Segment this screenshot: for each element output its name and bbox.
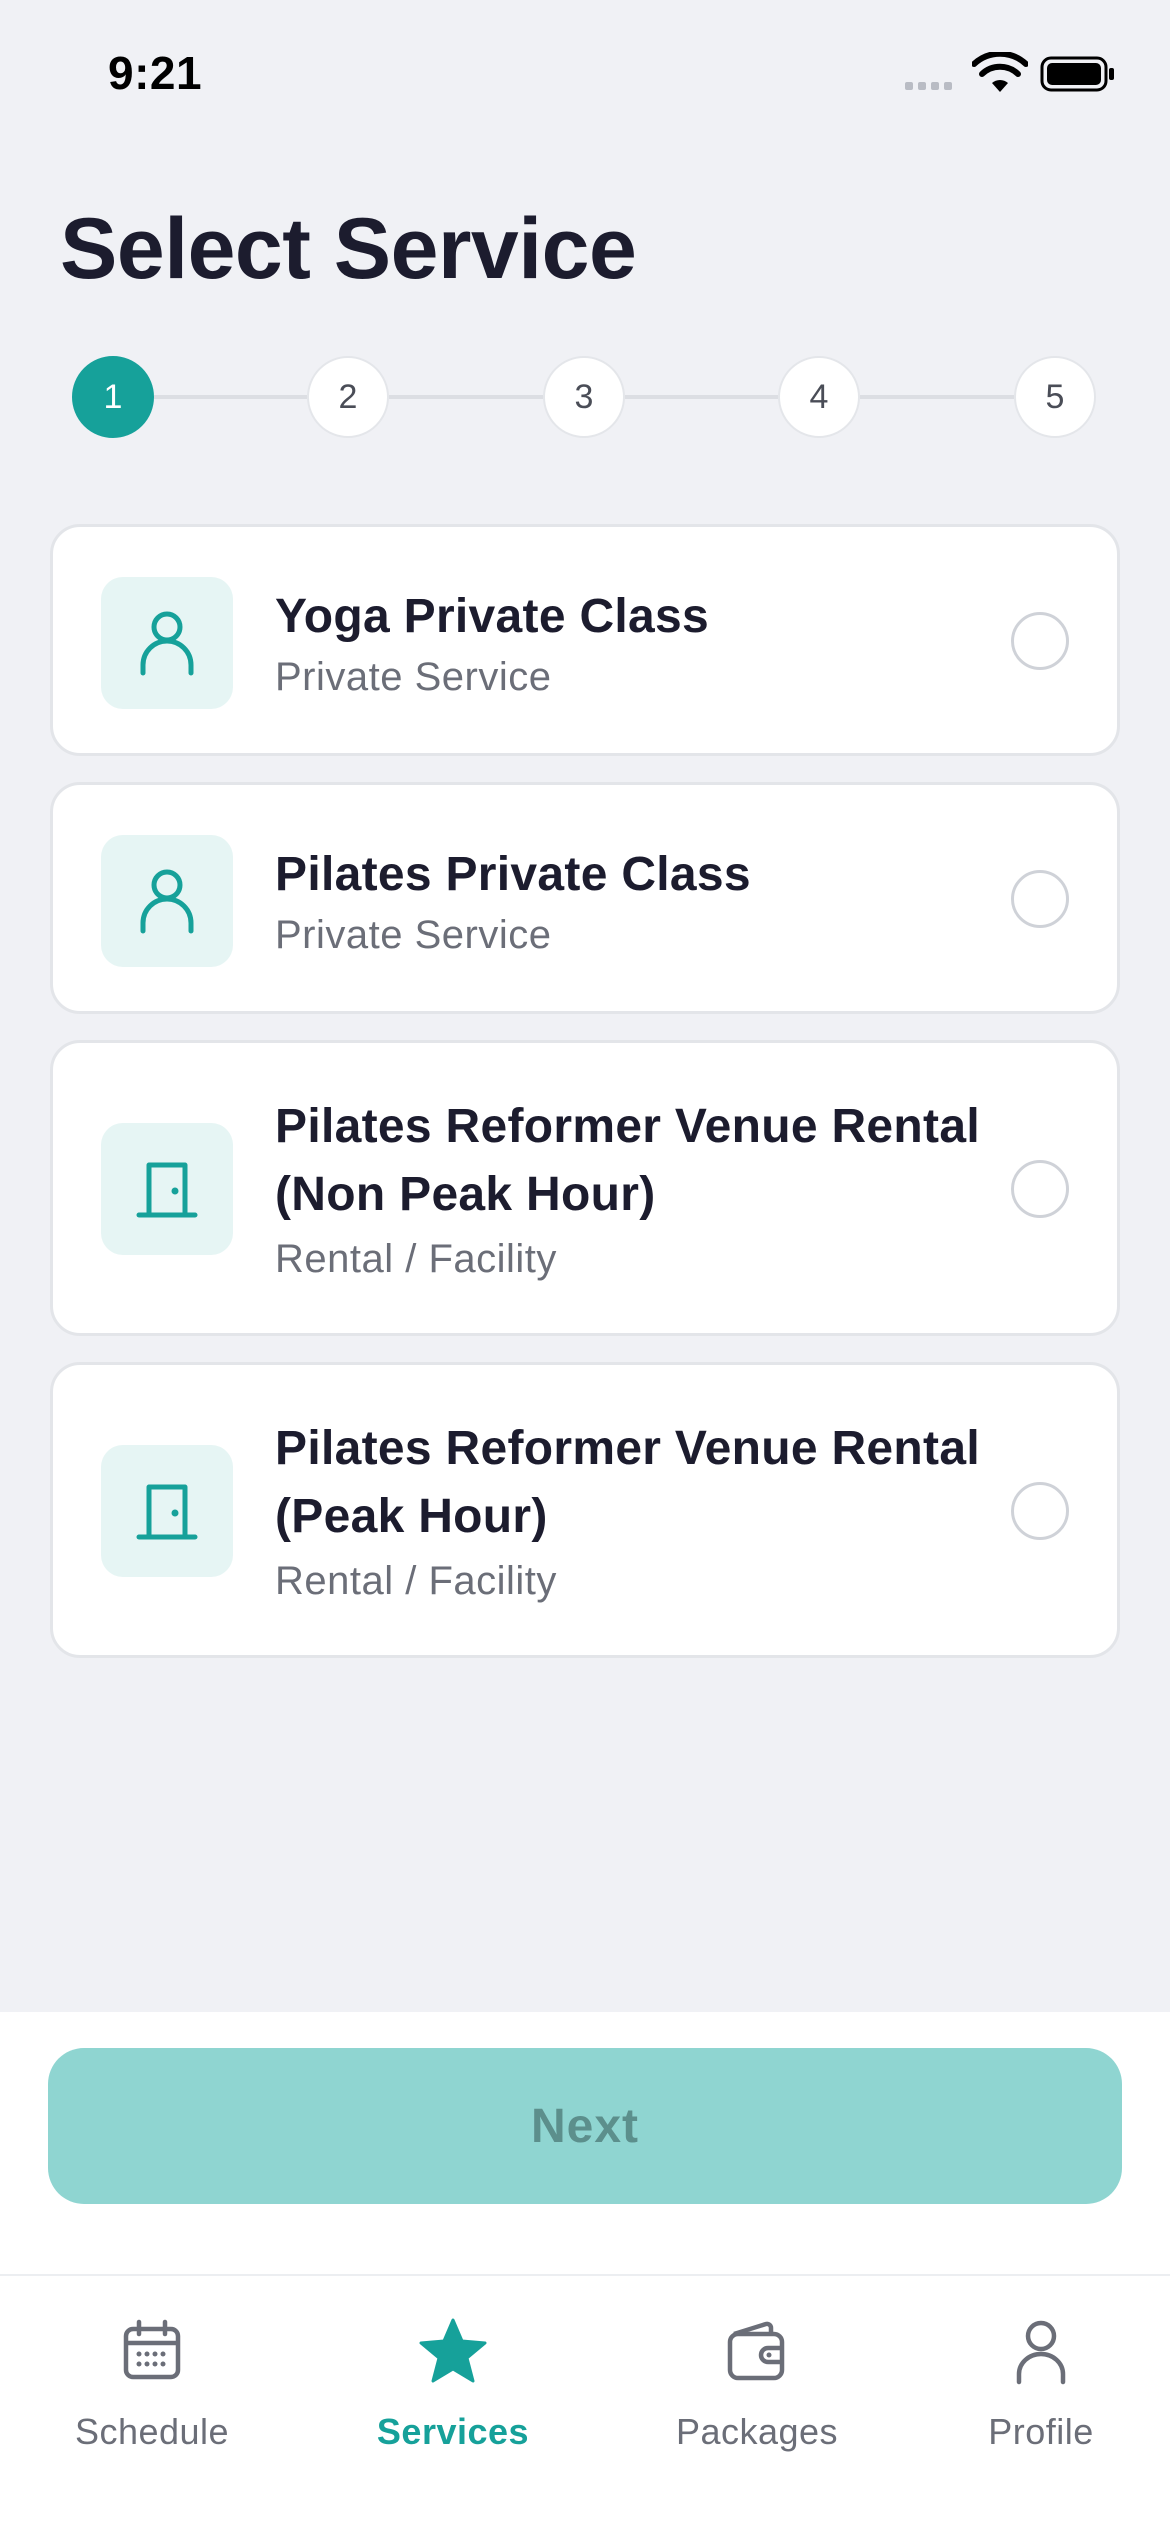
- step-5: 5: [1014, 356, 1096, 438]
- service-title: Yoga Private Class: [275, 590, 710, 643]
- tab-services[interactable]: Services: [343, 2316, 563, 2453]
- step-1: 1: [72, 356, 154, 438]
- service-subtitle: Private Service: [275, 913, 552, 957]
- service-subtitle: Rental / Facility: [275, 1237, 557, 1281]
- service-title: Pilates Reformer Venue Rental (Non Peak …: [275, 1100, 980, 1221]
- battery-icon: [1040, 56, 1114, 92]
- cellular-signal-icon: [905, 82, 952, 90]
- calendar-icon: [123, 2319, 181, 2380]
- wallet-icon: [727, 2321, 785, 2381]
- tab-profile[interactable]: Profile: [931, 2316, 1151, 2453]
- service-radio[interactable]: [1011, 612, 1069, 670]
- service-card-reformer-peak[interactable]: Pilates Reformer Venue Rental (Peak Hour…: [50, 1362, 1120, 1658]
- step-3: 3: [543, 356, 625, 438]
- door-icon: [101, 1445, 233, 1577]
- step-4: 4: [778, 356, 860, 438]
- person-icon: [101, 835, 233, 967]
- door-icon: [101, 1123, 233, 1255]
- next-button[interactable]: Next: [48, 2048, 1122, 2204]
- service-card-yoga-private-class[interactable]: Yoga Private Class Private Service: [50, 524, 1120, 756]
- select-service-screen: 9:21 Select Service 1 2 3 4 5 Yoga Priva…: [0, 0, 1170, 2532]
- tab-label: Services: [376, 2411, 530, 2452]
- tab-packages[interactable]: Packages: [647, 2316, 867, 2453]
- tab-label: Schedule: [74, 2411, 230, 2452]
- tab-label: Packages: [675, 2411, 839, 2452]
- person-icon: [1016, 2320, 1066, 2385]
- service-card-pilates-private-class[interactable]: Pilates Private Class Private Service: [50, 782, 1120, 1014]
- service-subtitle: Rental / Facility: [275, 1559, 557, 1603]
- wifi-icon: [972, 52, 1028, 92]
- status-time: 9:21: [108, 47, 203, 99]
- service-card-reformer-non-peak[interactable]: Pilates Reformer Venue Rental (Non Peak …: [50, 1040, 1120, 1336]
- page-title: Select Service: [60, 201, 637, 297]
- tab-label: Profile: [988, 2411, 1094, 2452]
- service-subtitle: Private Service: [275, 655, 552, 699]
- service-radio[interactable]: [1011, 1482, 1069, 1540]
- star-icon: [419, 2318, 487, 2383]
- step-connector: [389, 395, 543, 399]
- service-radio[interactable]: [1011, 870, 1069, 928]
- status-bar: 9:21: [0, 0, 1170, 150]
- service-title: Pilates Reformer Venue Rental (Peak Hour…: [275, 1422, 980, 1543]
- service-radio[interactable]: [1011, 1160, 1069, 1218]
- step-connector: [860, 395, 1014, 399]
- service-title: Pilates Private Class: [275, 848, 751, 901]
- tab-schedule[interactable]: Schedule: [42, 2316, 262, 2453]
- step-connector: [625, 395, 778, 399]
- step-2: 2: [307, 356, 389, 438]
- step-connector: [154, 395, 307, 399]
- person-icon: [101, 577, 233, 709]
- bottom-tab-bar: Schedule Services Packages Profile: [0, 2274, 1170, 2532]
- progress-stepper: 1 2 3 4 5: [72, 356, 1098, 438]
